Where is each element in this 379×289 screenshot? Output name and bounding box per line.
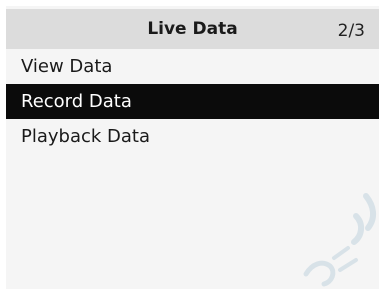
menu-item-playback-data[interactable]: Playback Data [6,119,379,154]
logo-watermark-icon [303,193,376,287]
title-bar: Live Data 2/3 [6,9,379,49]
menu-item-view-data[interactable]: View Data [6,49,379,84]
menu-item-record-data[interactable]: Record Data [6,84,379,119]
device-screen: Live Data 2/3 View Data Record Data Play… [6,6,379,289]
menu-list: View Data Record Data Playback Data [6,49,379,154]
page-title: Live Data [147,19,238,39]
page-indicator: 2/3 [337,21,365,41]
